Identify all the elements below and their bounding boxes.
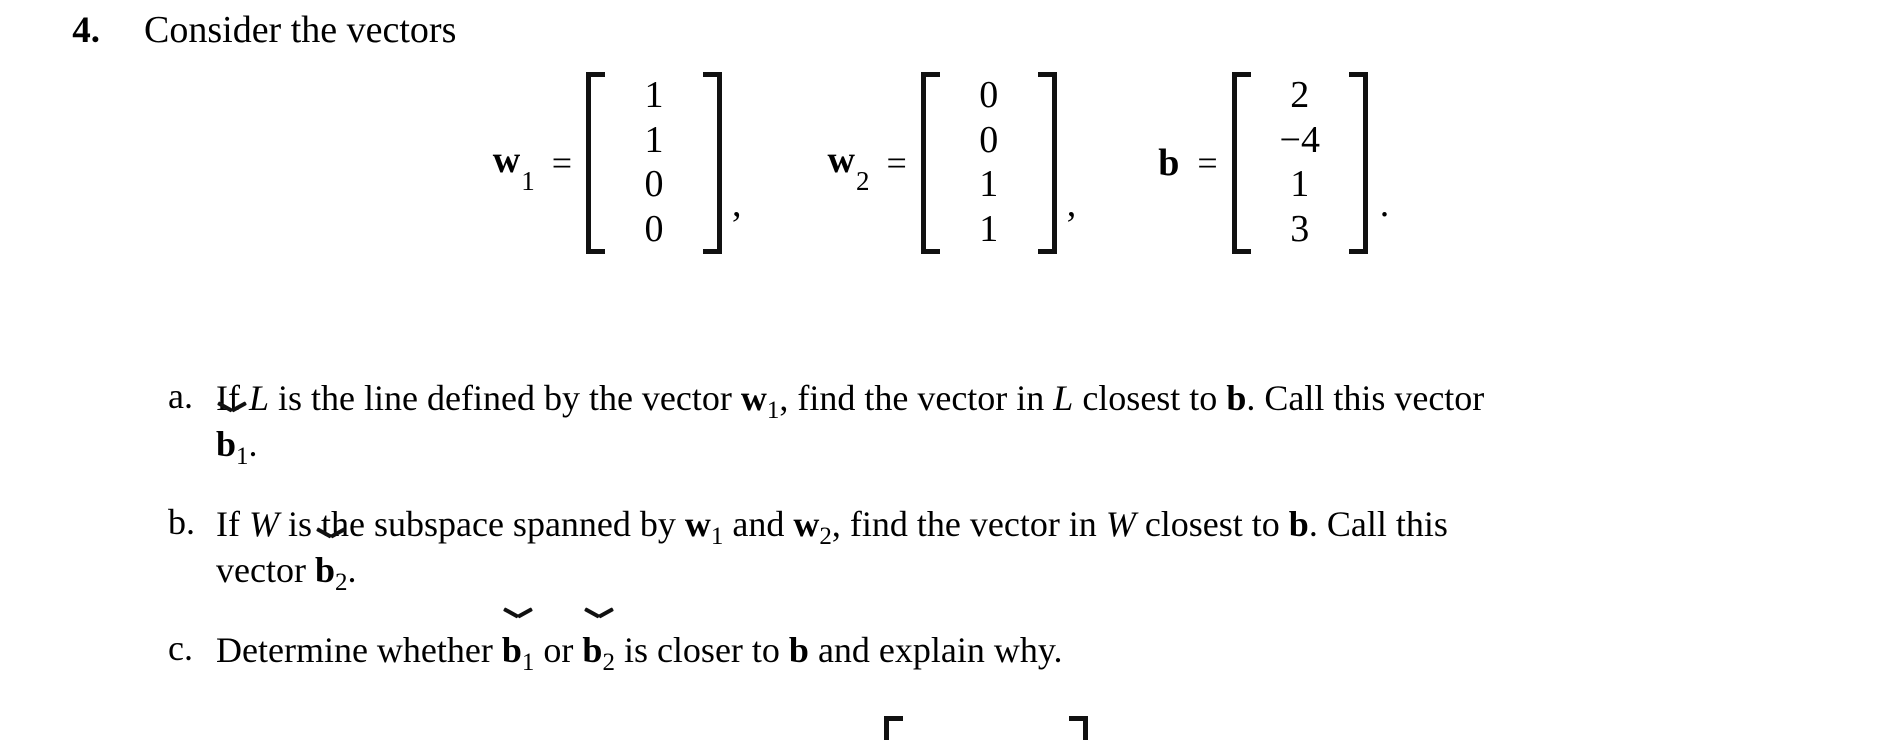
vector-symbol-bold: b: [788, 630, 809, 671]
clipped-matrix: [884, 716, 1088, 740]
vector-subscript: 2: [334, 569, 348, 597]
part-text: If W is the subspace spanned by w1 and w…: [216, 504, 1448, 597]
vector-symbol-bold: w2: [793, 504, 832, 551]
hat-accent-icon: [586, 607, 612, 620]
vector-definition-w2: w2 = 0 0 1 1,: [827, 72, 1077, 254]
bracket-left-w1: [586, 72, 612, 254]
comma-punctuation: ,: [1066, 183, 1077, 225]
matrix-entry: 0: [644, 163, 664, 206]
problem-part-c: c. Determine whether b1 or b2 is closer t…: [168, 627, 1768, 677]
vector-label-subscript: 1: [521, 165, 535, 196]
equals-sign: =: [1197, 143, 1218, 183]
part-letter: b.: [168, 502, 195, 543]
problem-parts-list: a. If L is the line defined by the vector…: [168, 375, 1768, 707]
vector-symbol: b: [501, 630, 522, 671]
math-italic-symbol: L: [1053, 378, 1074, 418]
vector-subscript: 1: [766, 397, 780, 424]
vector-symbol-bold: b: [1288, 504, 1309, 545]
bracket-right-w2: [1031, 72, 1057, 254]
problem-header: 4. Consider the vectors: [0, 8, 456, 52]
bracket-right-clipped: [1062, 716, 1088, 740]
bracket-left-clipped: [884, 716, 910, 740]
vector-subscript: 2: [819, 523, 832, 551]
matrix-entry: 1: [644, 118, 664, 161]
matrix-entry: 1: [979, 207, 999, 250]
bracket-right-b: [1342, 72, 1368, 254]
problem-stem: Consider the vectors: [144, 9, 457, 51]
part-text: If L is the line defined by the vector w…: [216, 378, 1485, 471]
vector-subscript: 1: [236, 443, 249, 471]
vector-b1-hat: b1: [216, 421, 249, 471]
vector-b2-hat: b2: [314, 547, 348, 597]
math-italic-symbol: W: [1105, 504, 1136, 545]
matrix-entry: 0: [979, 118, 999, 161]
vector-symbol: b: [314, 550, 335, 591]
vector-definition-b: b = 2 −4 1 3.: [1158, 72, 1389, 254]
vector-symbol-bold: w1: [740, 378, 780, 424]
bracket-left-b: [1231, 72, 1258, 254]
vector-b1-hat: b1: [501, 627, 535, 677]
vector-label-subscript: 2: [855, 165, 870, 196]
part-letter: c.: [168, 628, 193, 669]
problem-number: 4.: [72, 10, 100, 51]
document-page: 4. Consider the vectors w1 = 1 1 0 0, w2 = 0 0 1 1,…: [0, 0, 1882, 740]
vector-subscript: 1: [710, 523, 724, 551]
matrix-entry: 2: [1290, 74, 1310, 116]
vector-symbol-bold: w1: [684, 504, 724, 551]
matrix-entry: −4: [1279, 118, 1320, 161]
matrix-entry: 3: [1290, 207, 1310, 250]
equals-sign: =: [551, 143, 573, 183]
vector-symbol: b: [216, 424, 237, 465]
bracket-right-w1: [696, 72, 723, 254]
clipped-expression-row: [0, 716, 1882, 740]
hat-accent-icon: [318, 527, 344, 540]
matrix-entry: 1: [979, 163, 999, 206]
matrix-entry: 0: [644, 207, 664, 250]
problem-part-a: a. If L is the line defined by the vector…: [168, 375, 1768, 471]
column-vector-w1: 1100: [586, 72, 723, 254]
matrix-entry: 0: [979, 74, 999, 116]
vector-symbol: b: [582, 630, 603, 671]
hat-accent-icon: [505, 607, 531, 620]
vector-label-w2: w2: [827, 139, 870, 196]
vector-label-b: b: [1158, 142, 1180, 184]
problem-part-b: b. If W is the subspace spanned by w1 and…: [168, 501, 1768, 597]
part-letter: a.: [168, 376, 193, 416]
equals-sign: =: [886, 143, 907, 183]
column-vector-w2: 0011: [920, 72, 1057, 254]
vector-subscript: 2: [602, 649, 615, 677]
part-text: Determine whether b1 or b2 is closer to …: [216, 627, 1063, 677]
vector-subscript: 1: [521, 649, 535, 677]
matrix-entries-w1: 1100: [612, 72, 696, 254]
hat-accent-icon: [219, 401, 245, 414]
math-italic-symbol: W: [248, 504, 279, 545]
vector-definitions-row: w1 = 1 1 0 0, w2 = 0 0 1 1, b = 2 −4 1 3.: [0, 72, 1882, 254]
vector-definition-w1: w1 = 1 1 0 0,: [493, 72, 742, 254]
period-punctuation: .: [1379, 183, 1390, 225]
math-italic-symbol: L: [248, 378, 270, 418]
bracket-left-w2: [920, 72, 947, 254]
matrix-entries-b: 2 −4 1 3: [1258, 72, 1342, 254]
vector-b2-hat: b2: [582, 627, 615, 677]
vector-symbol-bold: b: [1226, 378, 1247, 418]
column-vector-b: 2 −4 1 3: [1231, 72, 1368, 254]
matrix-entry: 1: [1290, 163, 1310, 206]
vector-label-w1: w1: [492, 139, 535, 196]
comma-punctuation: ,: [732, 183, 742, 225]
matrix-entry: 1: [644, 74, 664, 116]
matrix-entries-w2: 0011: [947, 72, 1031, 254]
